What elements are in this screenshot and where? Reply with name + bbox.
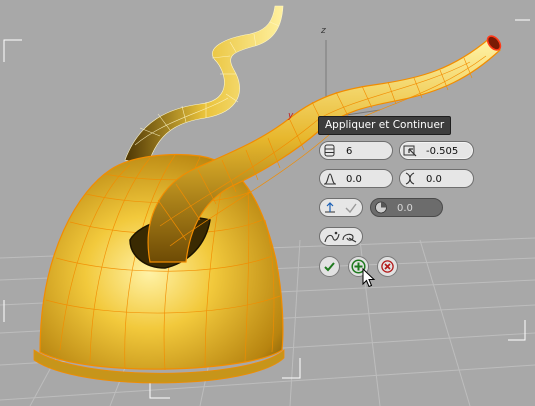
tooltip: Appliquer et Continuer <box>318 116 452 135</box>
twist-icon <box>405 172 415 185</box>
local-space-icon <box>325 202 335 213</box>
cancel-x-icon <box>381 260 394 273</box>
ok-button[interactable] <box>319 256 340 277</box>
taper-curve-value: 0.0 <box>346 174 362 185</box>
angle-icon <box>375 201 387 214</box>
cancel-button[interactable] <box>377 256 398 277</box>
segments-icon <box>324 144 335 157</box>
local-space-toggle[interactable] <box>319 198 363 217</box>
dome <box>33 153 285 384</box>
local-space-check-icon <box>345 203 357 214</box>
taper-amount-icon <box>403 145 417 157</box>
taper-amount-spinner[interactable]: -0.505 <box>399 141 474 160</box>
scene-canvas[interactable] <box>0 0 535 406</box>
taper-curve-spinner[interactable]: 0.0 <box>319 169 393 188</box>
mouse-cursor-icon <box>362 268 376 288</box>
angle-spinner[interactable]: 0.0 <box>370 198 443 217</box>
twist-spinner[interactable]: 0.0 <box>399 169 474 188</box>
taper-curve-icon <box>324 173 336 185</box>
angle-value: 0.0 <box>397 203 413 214</box>
axis-y-label: y <box>288 111 294 121</box>
segments-value: 6 <box>346 146 353 157</box>
viewport-perspective[interactable]: z y Appliquer et Continuer 6 -0.505 0.0 <box>0 0 535 406</box>
taper-amount-value: -0.505 <box>426 146 459 157</box>
check-icon <box>324 262 335 272</box>
pick-spline-icon <box>324 231 357 243</box>
pick-spline-button[interactable] <box>319 227 363 246</box>
axis-z-label: z <box>321 26 326 36</box>
twist-value: 0.0 <box>426 174 442 185</box>
segments-spinner[interactable]: 6 <box>319 141 393 160</box>
